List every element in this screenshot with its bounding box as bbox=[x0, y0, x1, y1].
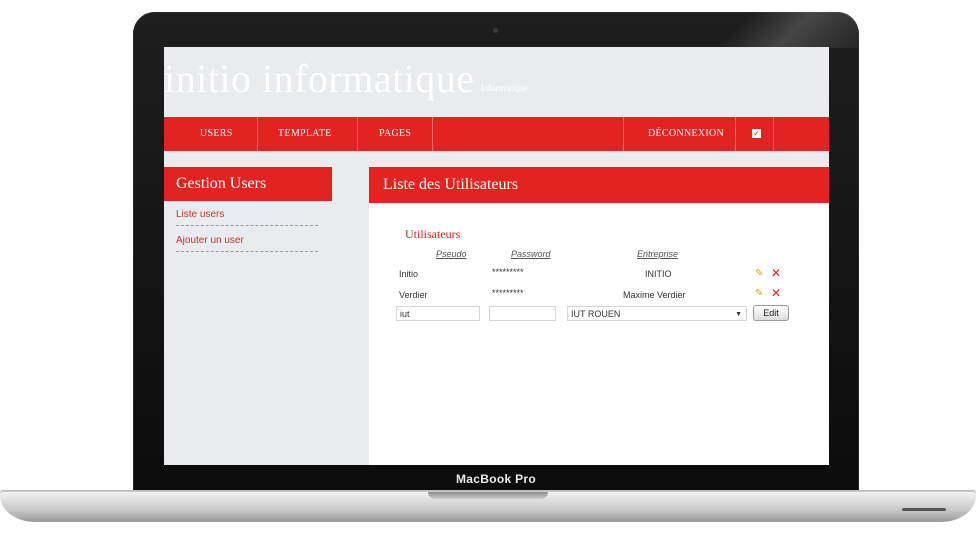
nav-divider bbox=[432, 117, 433, 151]
table-cell-pseudo: Verdier bbox=[399, 290, 428, 300]
site-name: initio informatique bbox=[164, 56, 475, 101]
entreprise-select[interactable]: IUT ROUEN ▼ bbox=[567, 306, 747, 321]
nav-divider bbox=[357, 117, 358, 151]
nav-divider bbox=[735, 117, 736, 151]
sidebar-link-add-user[interactable]: Ajouter un user bbox=[176, 235, 318, 252]
lid-glare bbox=[690, 12, 859, 48]
screen: initio informatique Informatique USERS TE… bbox=[164, 47, 829, 465]
pencil-icon[interactable]: ✎ bbox=[755, 288, 767, 300]
table-cell-password: ********* bbox=[492, 267, 524, 277]
nav-item-logout[interactable]: DÉCONNEXION bbox=[648, 117, 724, 151]
table-cell-entreprise: INITIO bbox=[645, 269, 672, 279]
column-header-password: Password bbox=[511, 249, 551, 259]
camera-icon bbox=[493, 28, 498, 33]
site-tagline: Informatique bbox=[480, 83, 528, 94]
nav-item-pages[interactable]: PAGES bbox=[379, 117, 411, 151]
column-header-pseudo: Pseudo bbox=[436, 249, 467, 259]
main-content: Liste des Utilisateurs Utilisateurs Pseu… bbox=[369, 167, 829, 465]
nav-divider bbox=[257, 117, 258, 151]
table-cell-entreprise: Maxime Verdier bbox=[623, 290, 686, 300]
password-input[interactable] bbox=[489, 306, 556, 321]
checkbox-icon[interactable]: ✓ bbox=[752, 129, 761, 138]
nav-divider bbox=[623, 117, 624, 151]
edit-button[interactable]: Edit bbox=[753, 305, 789, 321]
pencil-icon[interactable]: ✎ bbox=[755, 268, 767, 280]
pseudo-input[interactable]: iut bbox=[396, 306, 480, 321]
sidebar-title: Gestion Users bbox=[164, 167, 332, 201]
sidebar-link-list-users[interactable]: Liste users bbox=[176, 209, 318, 226]
chevron-down-icon: ▼ bbox=[735, 311, 742, 318]
table-caption: Utilisateurs bbox=[405, 227, 461, 241]
page-title: Liste des Utilisateurs bbox=[369, 167, 829, 203]
column-header-entreprise: Entreprise bbox=[637, 249, 679, 259]
device-brand-label: MacBook Pro bbox=[456, 472, 536, 486]
power-led bbox=[902, 508, 946, 511]
nav-item-template[interactable]: TEMPLATE bbox=[278, 117, 332, 151]
nav-item-users[interactable]: USERS bbox=[200, 117, 233, 151]
close-icon[interactable]: ✕ bbox=[771, 287, 783, 299]
entreprise-select-value: IUT ROUEN bbox=[571, 309, 621, 319]
main-nav: USERS TEMPLATE PAGES DÉCONNEXION ✓ bbox=[164, 117, 829, 151]
sidebar: Gestion Users Liste users Ajouter un use… bbox=[164, 167, 332, 465]
site-header: initio informatique Informatique bbox=[164, 55, 528, 107]
table-cell-password: ********* bbox=[492, 288, 524, 298]
close-icon[interactable]: ✕ bbox=[771, 267, 783, 279]
nav-divider bbox=[773, 117, 774, 151]
laptop-notch bbox=[428, 492, 548, 499]
table-cell-pseudo: Initio bbox=[399, 269, 419, 279]
pseudo-input-value: iut bbox=[400, 309, 410, 319]
